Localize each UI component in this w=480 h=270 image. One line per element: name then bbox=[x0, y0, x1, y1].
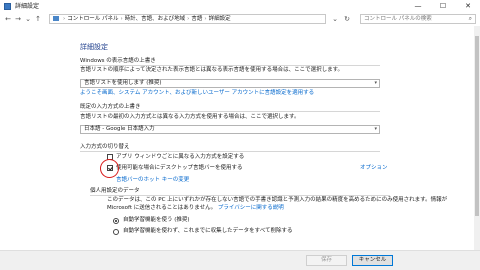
search-placeholder: コントロール パネルの検索 bbox=[364, 16, 432, 22]
chevron-down-icon: ▾ bbox=[374, 80, 377, 86]
address-toolbar: ← → ⌄ ↑ › コントロール パネル › 時計、言語、および地域 › 言語 › 詳細設定 … bbox=[0, 13, 480, 26]
section-divider bbox=[80, 65, 380, 66]
page-title: 詳細設定 bbox=[80, 43, 108, 51]
scrollbar-thumb[interactable] bbox=[475, 36, 479, 216]
per-app-input-label: アプリ ウィンドウごとに異なる入力方式を設定する bbox=[116, 154, 245, 160]
auto-learning-off-radio[interactable] bbox=[113, 229, 119, 235]
privacy-statement-link[interactable]: プライバシーに関する説明 bbox=[218, 205, 284, 211]
auto-learning-on-label: 自動学習機能を使う (推奨) bbox=[123, 217, 190, 223]
breadcrumb-control-panel[interactable]: コントロール パネル bbox=[67, 16, 118, 22]
apply-language-settings-link[interactable]: ようこそ画面、システム アカウント、および新しいユーザー アカウントに言語設定を… bbox=[80, 90, 314, 97]
breadcrumb-clock-language-region[interactable]: 時計、言語、および地域 bbox=[125, 16, 186, 22]
minimize-button[interactable]: — bbox=[407, 0, 429, 13]
title-bar: 詳細設定 — ☐ ✕ bbox=[0, 0, 480, 13]
section-divider bbox=[80, 111, 380, 112]
breadcrumb-advanced-settings[interactable]: 詳細設定 bbox=[209, 16, 231, 22]
display-language-header: Windows の表示言語の上書き bbox=[80, 58, 156, 64]
footer-bar: 保存 キャンセル bbox=[0, 250, 480, 270]
auto-learning-off-label: 自動学習機能を使わず、これまでに収集したデータをすべて削除する bbox=[123, 228, 293, 234]
display-language-description: 言語リストの順序によって決定された表示言語とは異なる表示言語を使用する場合は、こ… bbox=[80, 67, 344, 73]
switching-header: 入力方式の切り替え bbox=[80, 144, 130, 150]
address-dropdown-chevron-icon[interactable]: ⌄ bbox=[330, 14, 340, 24]
personalization-description-line1: このデータは、この PC 上にいずれかが存在しない言語での手書き認識と予測入力の… bbox=[107, 197, 448, 203]
close-button[interactable]: ✕ bbox=[457, 0, 479, 13]
recent-locations-chevron-icon[interactable]: ⌄ bbox=[23, 14, 33, 24]
personalization-header: 個人用設定のデータ bbox=[90, 188, 140, 194]
input-method-header: 既定の入力方式の上書き bbox=[80, 104, 141, 110]
options-link[interactable]: オプション bbox=[360, 165, 388, 172]
cancel-button[interactable]: キャンセル bbox=[352, 255, 393, 266]
control-panel-app-icon bbox=[4, 3, 11, 10]
auto-learning-on-radio[interactable] bbox=[113, 218, 119, 224]
save-button[interactable]: 保存 bbox=[306, 255, 347, 266]
address-bar[interactable]: › コントロール パネル › 時計、言語、および地域 › 言語 › 詳細設定 bbox=[49, 14, 326, 24]
back-arrow-icon[interactable]: ← bbox=[3, 14, 13, 24]
section-divider bbox=[80, 151, 380, 152]
display-language-select[interactable]: 言語リストを使用します (推奨) ▾ bbox=[80, 79, 380, 88]
desktop-language-bar-label: 使用可能な場合にデスクトップ言語バーを使用する bbox=[116, 165, 243, 171]
window-title: 詳細設定 bbox=[15, 3, 40, 10]
control-panel-icon bbox=[53, 16, 59, 21]
up-arrow-icon[interactable]: ↑ bbox=[33, 14, 43, 24]
section-divider bbox=[90, 195, 390, 196]
personalization-description-line2: Microsoft に送信されることはありません。 プライバシーに関する説明 bbox=[107, 205, 284, 211]
main-content: 詳細設定 Windows の表示言語の上書き 言語リストの順序によって決定された… bbox=[0, 26, 480, 250]
forward-arrow-icon[interactable]: → bbox=[13, 14, 23, 24]
chevron-down-icon: ▾ bbox=[374, 126, 377, 132]
search-input[interactable]: コントロール パネルの検索 ⌕ bbox=[360, 14, 476, 24]
search-icon[interactable]: ⌕ bbox=[469, 15, 472, 23]
input-method-select[interactable]: 日本語 - Google 日本語入力 ▾ bbox=[80, 125, 380, 134]
breadcrumb-language[interactable]: 言語 bbox=[191, 16, 202, 22]
maximize-button[interactable]: ☐ bbox=[432, 0, 454, 13]
refresh-icon[interactable]: ↻ bbox=[342, 14, 352, 24]
input-method-description: 言語リストの最初の入力方式とは異なる入力方式を使用する場合は、ここで選択します。 bbox=[80, 114, 300, 120]
language-bar-hotkey-link[interactable]: 言語バーのホット キーの変更 bbox=[116, 177, 189, 184]
vertical-scrollbar[interactable] bbox=[474, 26, 480, 250]
